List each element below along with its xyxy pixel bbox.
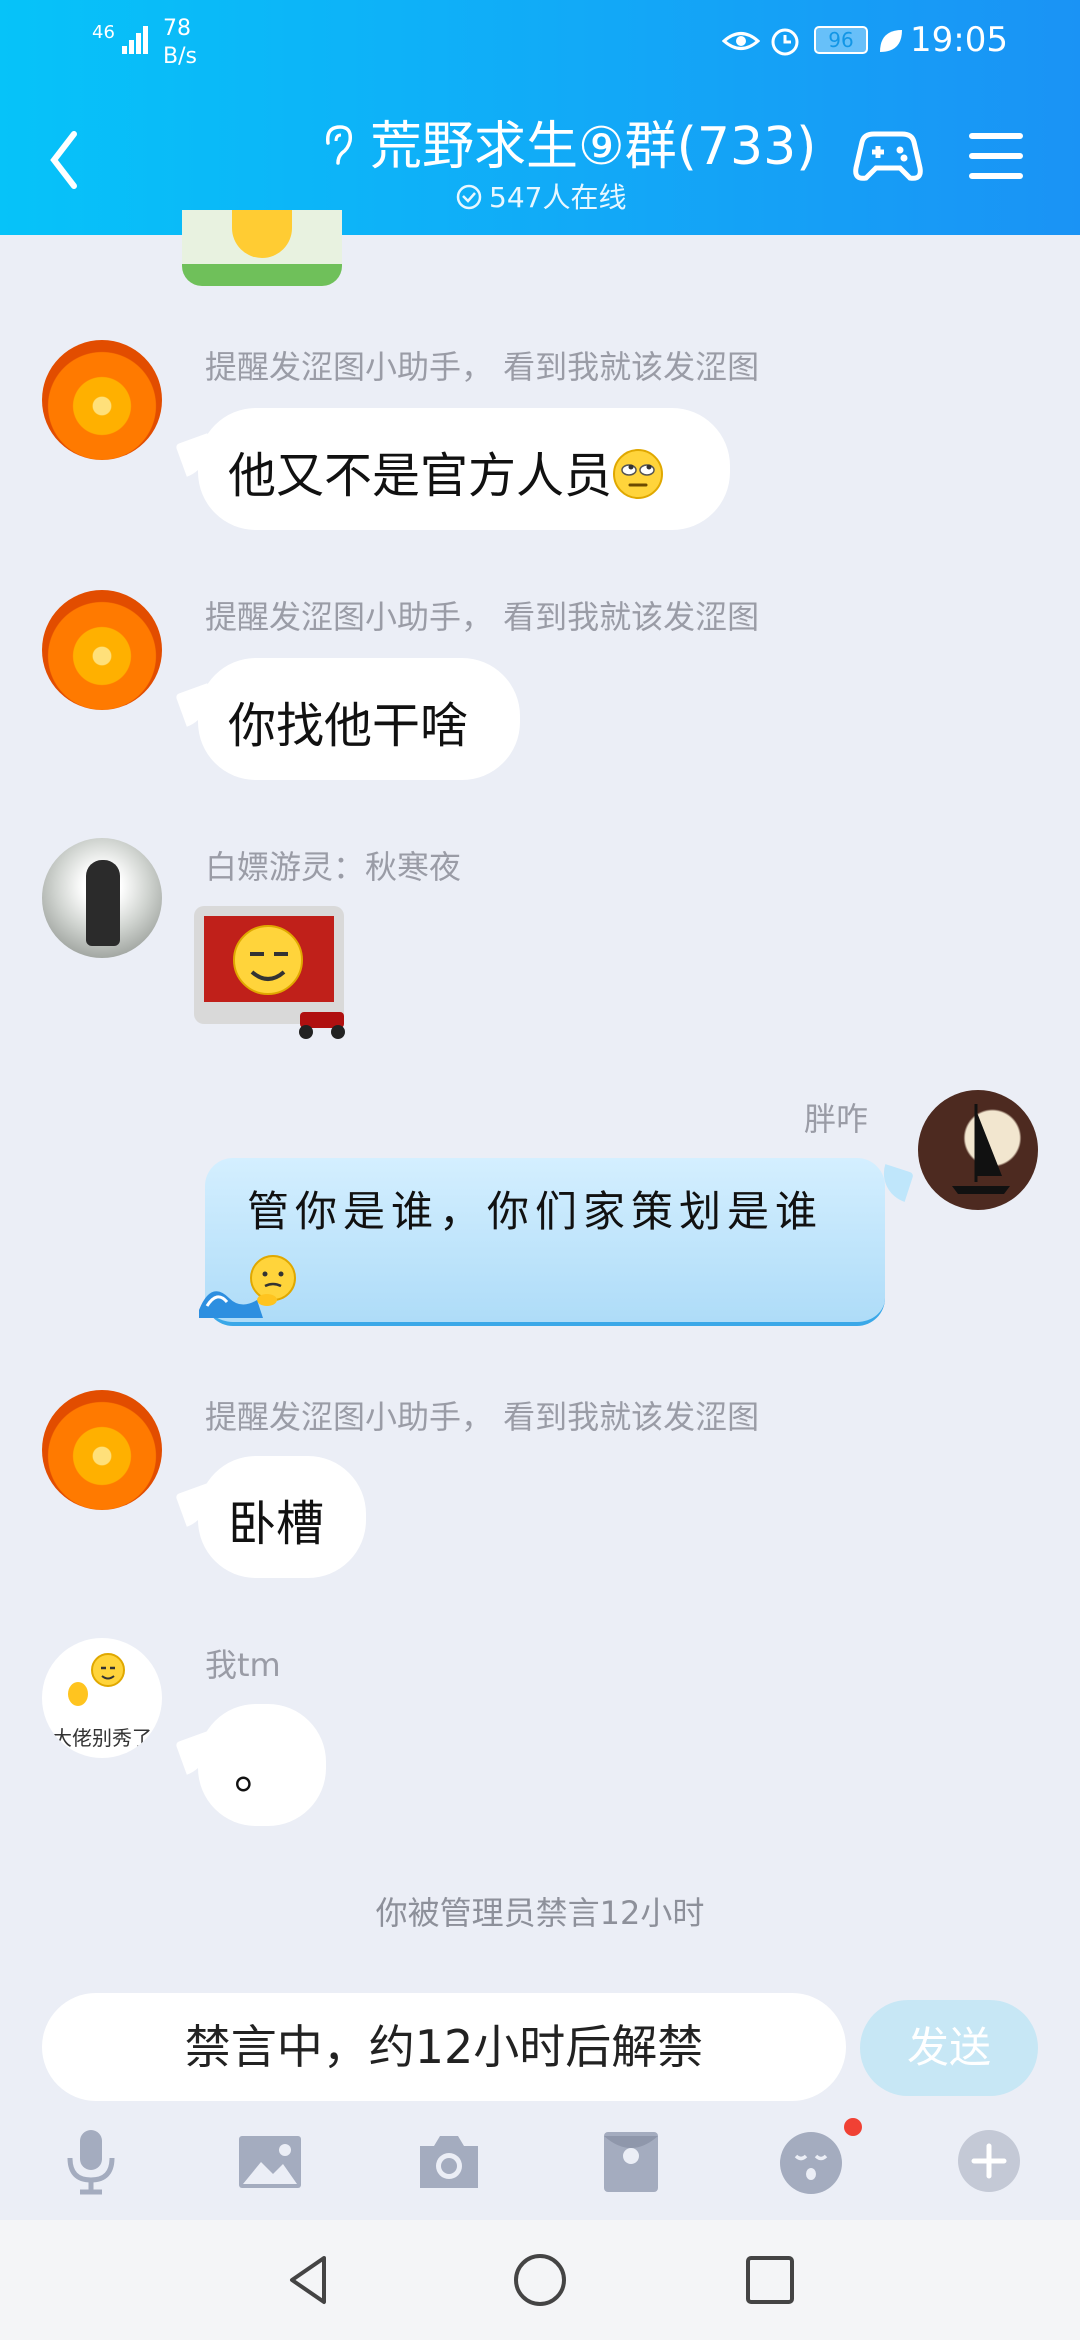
online-count-text: 547人在线 xyxy=(489,181,627,214)
image-icon[interactable] xyxy=(235,2126,305,2196)
net-speed-unit: B/s xyxy=(163,44,197,69)
sender-name: 我tm xyxy=(205,1646,281,1684)
message-bubble[interactable]: 他又不是官方人员 xyxy=(198,408,730,530)
eye-icon xyxy=(721,26,761,56)
group-title-text: 荒野求生⑨群(733) xyxy=(370,117,817,177)
sender-name: 提醒发涩图小助手， 看到我就该发涩图 xyxy=(205,598,760,636)
menu-button[interactable] xyxy=(968,130,1024,182)
alarm-icon xyxy=(768,24,802,58)
online-check-icon xyxy=(456,184,482,210)
red-packet-icon[interactable] xyxy=(596,2126,666,2196)
online-count[interactable]: 547人在线 xyxy=(455,176,626,216)
sender-name: 提醒发涩图小助手， 看到我就该发涩图 xyxy=(205,1398,760,1436)
plus-icon[interactable] xyxy=(954,2126,1024,2196)
battery-level: 96 xyxy=(828,28,854,52)
battery-indicator: 96 xyxy=(814,26,868,54)
avatar[interactable]: 大佬别秀了 xyxy=(42,1638,162,1758)
game-controller-button[interactable] xyxy=(852,124,924,188)
message-bubble[interactable]: 你找他干啥 xyxy=(198,658,520,780)
sender-name: 提醒发涩图小助手， 看到我就该发涩图 xyxy=(205,348,760,386)
leaf-icon xyxy=(876,26,906,56)
emoji-sticker-icon xyxy=(68,1653,125,1706)
message-bubble[interactable]: 卧槽 xyxy=(198,1456,366,1578)
wave-decoration-icon xyxy=(199,1291,263,1318)
message-bubble[interactable]: 。 xyxy=(198,1704,326,1826)
rolling-eyes-emoji-icon xyxy=(613,449,664,499)
net-speed-value: 78 xyxy=(163,16,191,41)
message-text: 管你是谁，你们家策划是谁 xyxy=(247,1187,824,1236)
avatar[interactable] xyxy=(42,340,162,460)
avatar[interactable] xyxy=(42,1390,162,1510)
sticker-partial[interactable] xyxy=(182,210,342,286)
send-button[interactable]: 发送 xyxy=(860,2000,1038,2096)
mute-notice: 你被管理员禁言12小时 xyxy=(375,1894,705,1932)
microphone-icon[interactable] xyxy=(56,2126,126,2196)
avatar-caption: 大佬别秀了 xyxy=(52,1726,152,1750)
sender-name: 胖咋 xyxy=(804,1100,869,1138)
message-text: 他又不是官方人员 xyxy=(228,448,613,504)
avatar[interactable] xyxy=(918,1090,1038,1210)
network-type: 46 xyxy=(92,22,115,43)
ear-icon xyxy=(320,123,356,177)
clock-time: 19:05 xyxy=(910,20,1008,60)
chat-header: 46 78 B/s 96 19:05 荒野求生⑨群(733) 547人在线 xyxy=(0,0,1080,235)
notification-badge xyxy=(844,2118,862,2136)
sender-name: 白嫖游灵：秋寒夜 xyxy=(205,848,462,886)
message-input[interactable]: 禁言中，约12小时后解禁 xyxy=(42,1993,846,2101)
group-title[interactable]: 荒野求生⑨群(733) xyxy=(320,104,816,177)
avatar[interactable] xyxy=(42,590,162,710)
nav-recents-icon[interactable] xyxy=(740,2250,800,2310)
nav-back-icon[interactable] xyxy=(280,2250,340,2310)
nav-home-icon[interactable] xyxy=(510,2250,570,2310)
system-nav-bar xyxy=(0,2220,1080,2340)
avatar[interactable] xyxy=(42,838,162,958)
emoji-icon[interactable] xyxy=(776,2126,846,2196)
back-button[interactable] xyxy=(40,120,90,200)
sticker-message[interactable] xyxy=(188,902,358,1042)
camera-icon[interactable] xyxy=(414,2126,484,2196)
sent-message-bubble[interactable]: 管你是谁，你们家策划是谁 xyxy=(199,1158,885,1326)
